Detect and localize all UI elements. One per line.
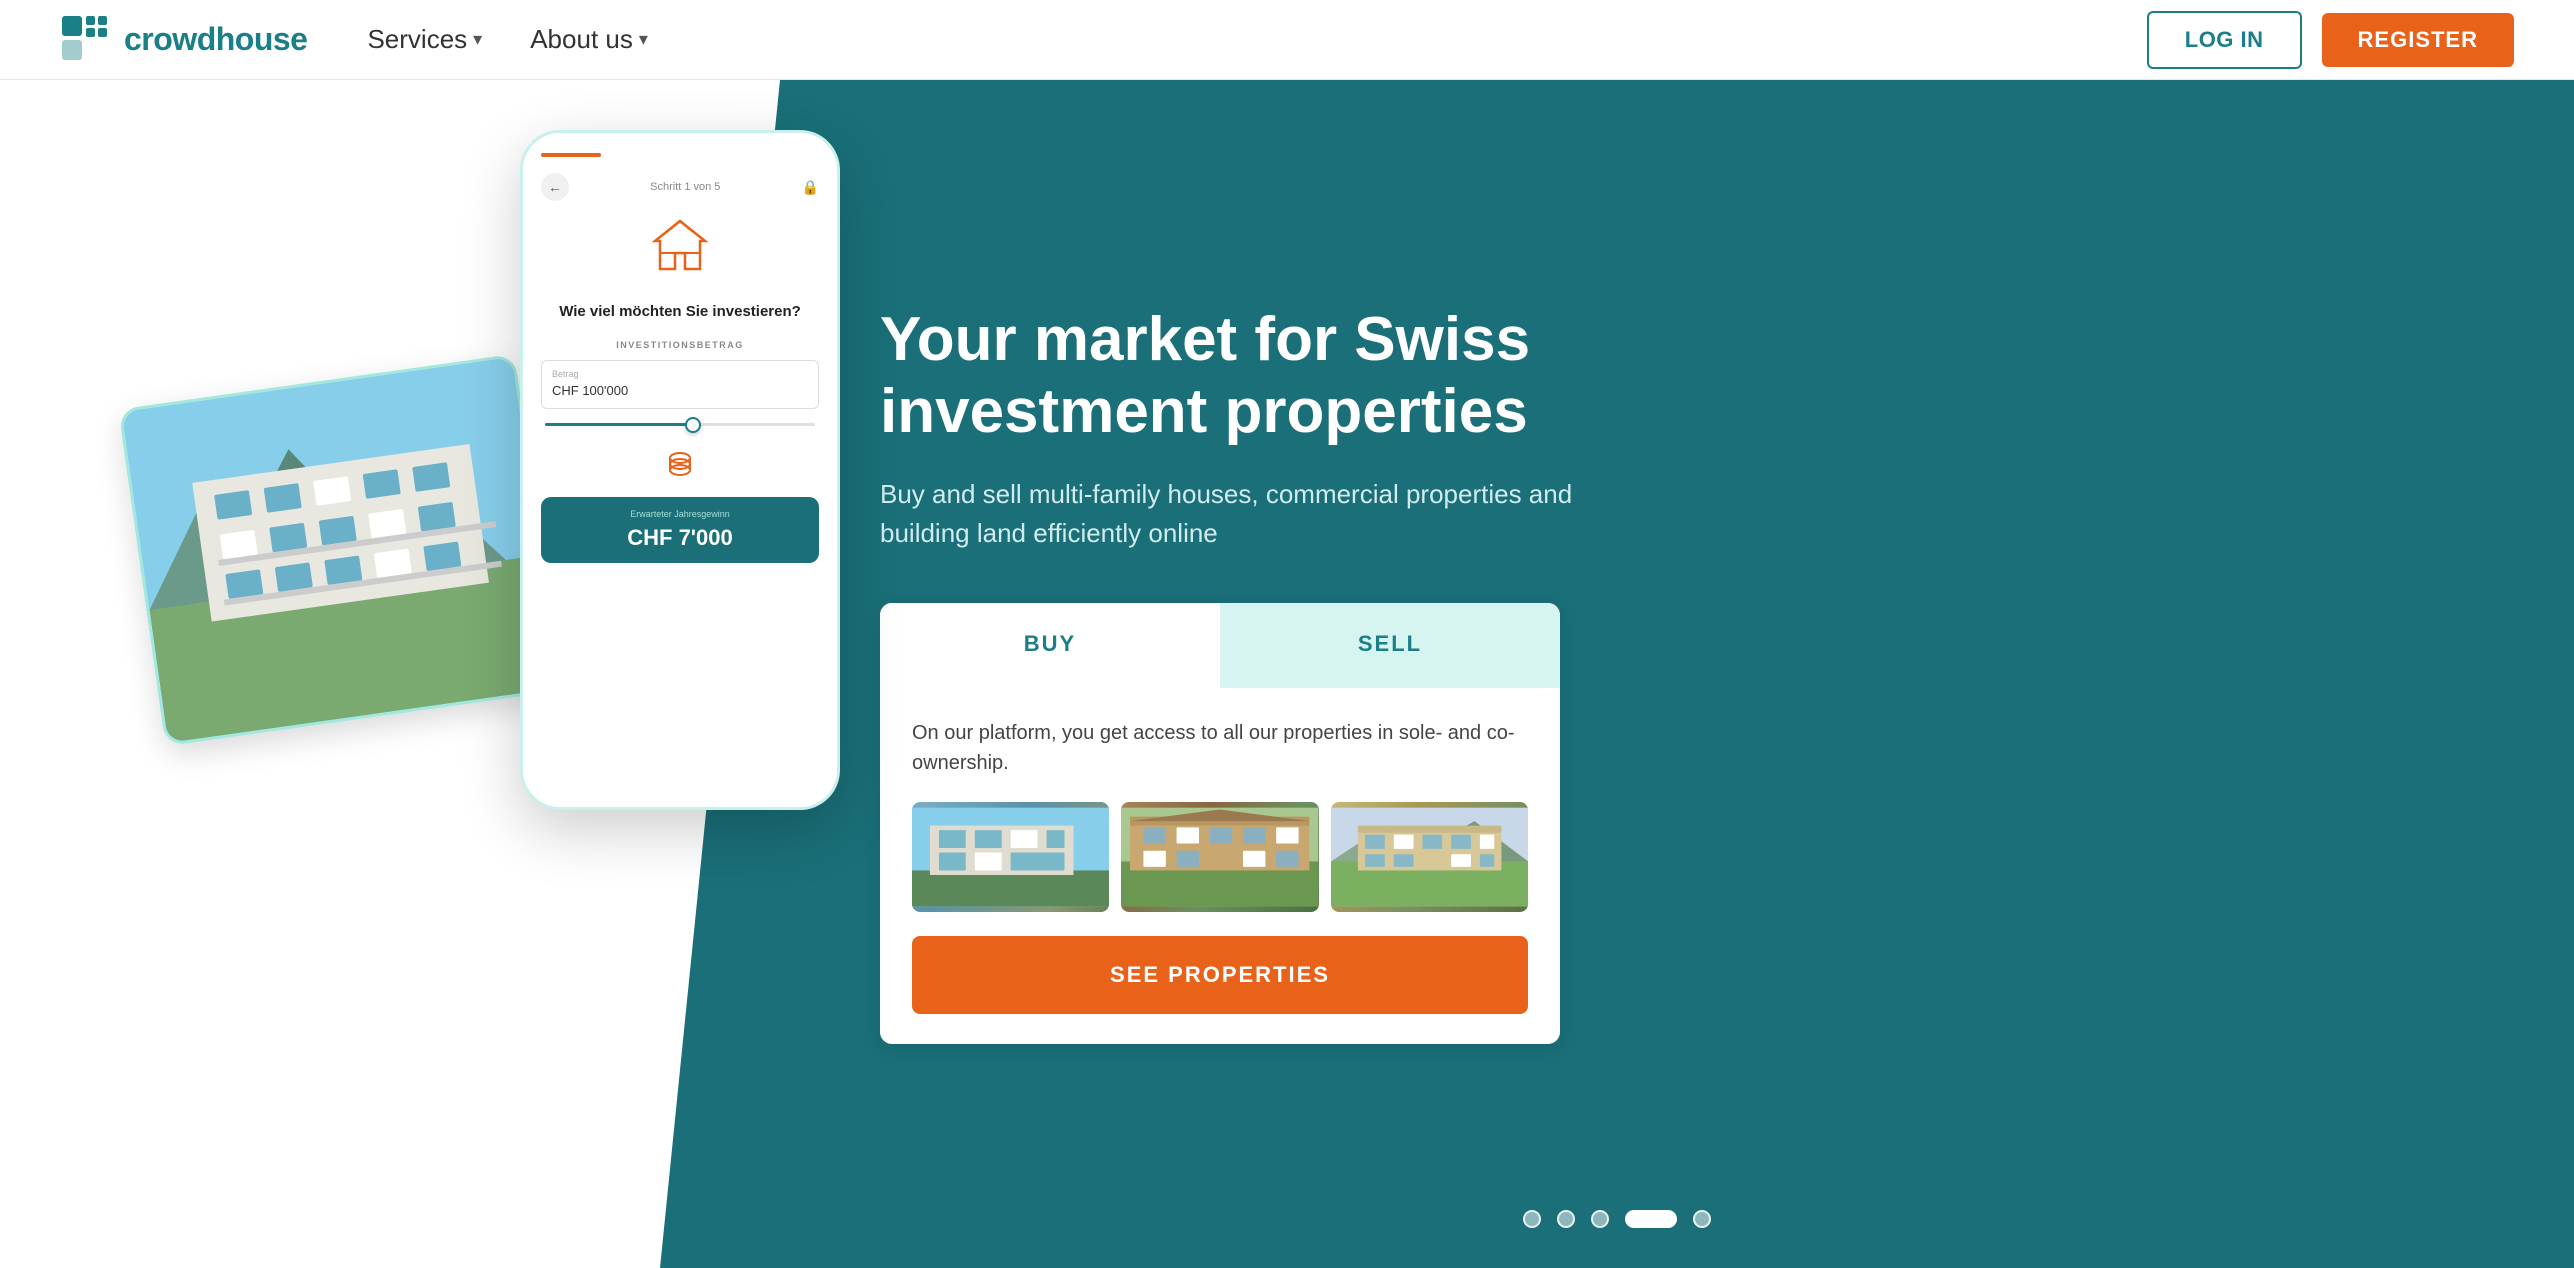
amount-label: Betrag bbox=[552, 369, 808, 379]
buy-sell-card: BUY SELL On our platform, you get access… bbox=[880, 603, 1560, 1044]
phone-top-bar: ← Schritt 1 von 5 🔒 bbox=[541, 173, 819, 201]
back-button[interactable]: ← bbox=[541, 173, 569, 201]
logo-link[interactable]: crowdhouse bbox=[60, 14, 307, 66]
building-image bbox=[122, 357, 559, 743]
see-properties-button[interactable]: SEE PROPERTIES bbox=[912, 936, 1528, 1014]
logo-text: crowdhouse bbox=[124, 21, 307, 58]
coin-icon bbox=[662, 442, 698, 478]
hero-title: Your market for Swiss investment propert… bbox=[880, 304, 1640, 447]
nav-services[interactable]: Services ▾ bbox=[367, 24, 482, 55]
services-chevron-icon: ▾ bbox=[473, 29, 482, 50]
dot-4-active[interactable] bbox=[1625, 1210, 1677, 1228]
dot-3[interactable] bbox=[1591, 1210, 1609, 1228]
about-label: About us bbox=[530, 24, 633, 55]
register-button[interactable]: REGISTER bbox=[2322, 13, 2514, 67]
slider-container[interactable] bbox=[541, 423, 819, 426]
tab-sell[interactable]: SELL bbox=[1220, 603, 1560, 688]
result-value: CHF 7'000 bbox=[555, 525, 805, 551]
phone-progress-bar bbox=[541, 153, 601, 157]
pagination-dots bbox=[1523, 1210, 1711, 1228]
phone-frame: ← Schritt 1 von 5 🔒 bbox=[520, 130, 840, 810]
about-chevron-icon: ▾ bbox=[639, 29, 648, 50]
slider-fill bbox=[545, 423, 694, 426]
result-label: Erwarteter Jahresgewinn bbox=[555, 509, 805, 519]
dot-1[interactable] bbox=[1523, 1210, 1541, 1228]
card-body: On our platform, you get access to all o… bbox=[880, 688, 1560, 1044]
card-description: On our platform, you get access to all o… bbox=[912, 718, 1528, 778]
nav-about[interactable]: About us ▾ bbox=[530, 24, 648, 55]
house-icon-area bbox=[541, 213, 819, 288]
property-image-1 bbox=[912, 802, 1109, 912]
navbar: crowdhouse Services ▾ About us ▾ LOG IN … bbox=[0, 0, 2574, 80]
logo-icon bbox=[60, 14, 112, 66]
lock-icon: 🔒 bbox=[802, 179, 819, 196]
nav-actions: LOG IN REGISTER bbox=[2147, 11, 2514, 69]
amount-input[interactable]: Betrag CHF 100'000 bbox=[541, 360, 819, 409]
phone-screen: ← Schritt 1 von 5 🔒 bbox=[523, 133, 837, 807]
hero-subtitle: Buy and sell multi-family houses, commer… bbox=[880, 475, 1640, 553]
services-label: Services bbox=[367, 24, 467, 55]
building-svg bbox=[122, 357, 559, 743]
tabs-row: BUY SELL bbox=[880, 603, 1560, 688]
result-card: Erwarteter Jahresgewinn CHF 7'000 bbox=[541, 497, 819, 563]
slider-track bbox=[545, 423, 815, 426]
hero-left: ← Schritt 1 von 5 🔒 bbox=[0, 80, 660, 1268]
house-icon bbox=[645, 213, 715, 283]
phone-mockup-container: ← Schritt 1 von 5 🔒 bbox=[200, 130, 800, 1130]
login-button[interactable]: LOG IN bbox=[2147, 11, 2302, 69]
investment-label: INVESTITIONSBETRAG bbox=[541, 340, 819, 350]
tab-buy[interactable]: BUY bbox=[880, 603, 1220, 688]
building-card bbox=[118, 354, 561, 746]
amount-value: CHF 100'000 bbox=[552, 383, 628, 398]
hero-section: ← Schritt 1 von 5 🔒 bbox=[0, 80, 2574, 1268]
hero-right: Your market for Swiss investment propert… bbox=[660, 80, 2574, 1268]
property-images bbox=[912, 802, 1528, 912]
property-image-2 bbox=[1121, 802, 1318, 912]
property-image-3 bbox=[1331, 802, 1528, 912]
hero-content: Your market for Swiss investment propert… bbox=[880, 304, 1640, 1044]
nav-links: Services ▾ About us ▾ bbox=[367, 24, 2146, 55]
coin-icon-area bbox=[541, 442, 819, 483]
phone-question: Wie viel möchten Sie investieren? bbox=[541, 302, 819, 322]
step-text: Schritt 1 von 5 bbox=[650, 181, 720, 193]
dot-5[interactable] bbox=[1693, 1210, 1711, 1228]
slider-thumb bbox=[685, 417, 701, 433]
dot-2[interactable] bbox=[1557, 1210, 1575, 1228]
